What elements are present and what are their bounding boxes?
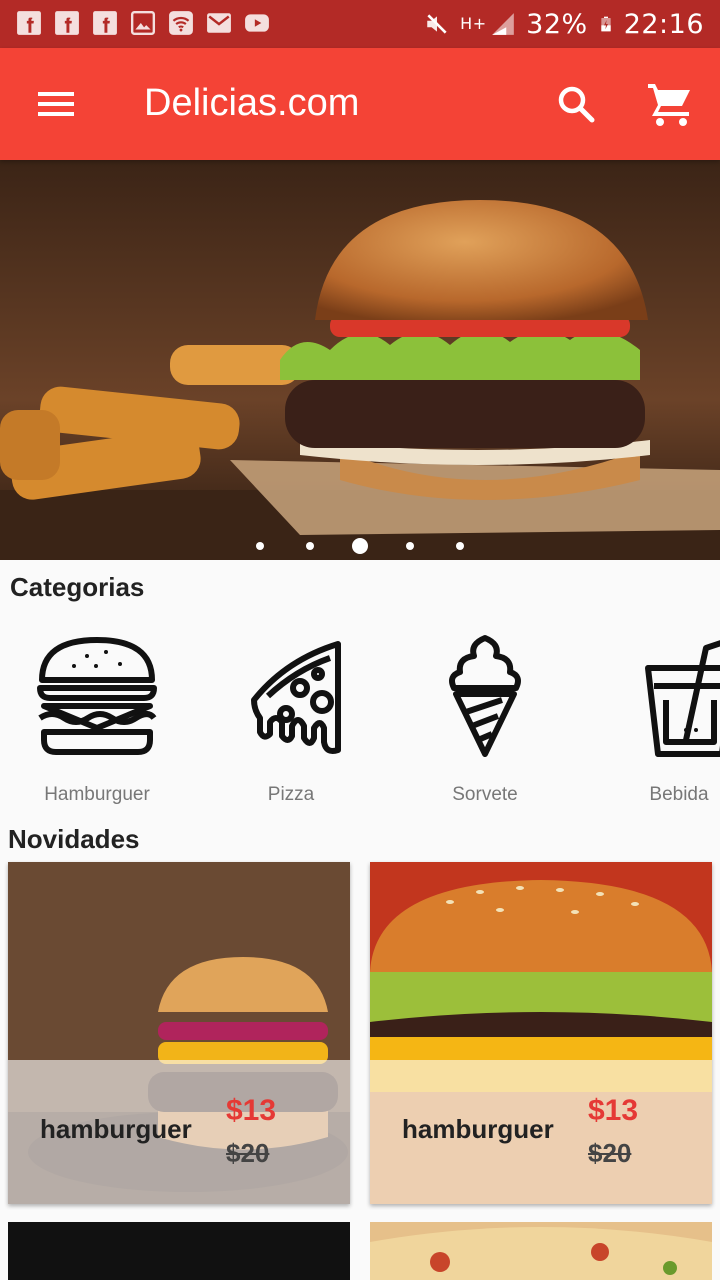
menu-icon[interactable] [28, 80, 84, 128]
carousel-dot[interactable] [456, 542, 464, 550]
carousel-indicator [0, 536, 720, 556]
banner-burger-image [0, 160, 720, 560]
product-price: $13 [226, 1094, 277, 1127]
carousel-dot[interactable] [256, 542, 264, 550]
product-name: hamburguer [402, 1114, 554, 1144]
search-icon[interactable] [552, 80, 600, 128]
product-card-partial[interactable] [370, 1222, 712, 1280]
product-card-partial[interactable] [8, 1222, 350, 1280]
category-sorvete[interactable]: Sorvete [410, 630, 560, 810]
category-label: Pizza [267, 784, 315, 805]
youtube-icon [245, 14, 269, 32]
category-pizza[interactable]: Pizza [216, 630, 366, 810]
product-price: $13 [588, 1094, 639, 1127]
gmail-icon [207, 13, 231, 33]
drink-icon [645, 640, 720, 757]
product-name: hamburguer [40, 1114, 192, 1144]
system-status: H+ 32% 22:16 [424, 8, 704, 40]
facebook-icon [93, 11, 117, 35]
product-old-price: $20 [588, 1138, 632, 1168]
product-info: hamburguer $13 $20 [8, 1060, 350, 1204]
status-bar: H+ 32% 22:16 [0, 0, 720, 48]
signal-icon [492, 13, 515, 35]
category-bebida[interactable]: Bebida [604, 630, 720, 810]
clock: 22:16 [623, 8, 704, 40]
gallery-icon [130, 10, 156, 36]
app-bar: Delicias.com [0, 48, 720, 160]
pizza-icon [251, 641, 341, 754]
app-title: Delicias.com [144, 82, 360, 124]
ice-cream-icon [449, 635, 521, 757]
banner-carousel[interactable] [0, 160, 720, 560]
battery-percent: 32% [526, 8, 588, 40]
product-info: hamburguer $13 $20 [370, 1060, 712, 1204]
mute-icon [427, 14, 447, 34]
product-card[interactable]: hamburguer $13 $20 [8, 862, 350, 1204]
categories-list[interactable]: Hamburguer Pizza Sorvete Bebida [0, 630, 720, 810]
category-label: Bebida [649, 784, 709, 805]
pizza-image [370, 1222, 712, 1280]
carousel-dot[interactable] [306, 542, 314, 550]
category-label: Hamburguer [44, 784, 150, 805]
battery-charging-icon [601, 16, 611, 32]
categories-title: Categorias [10, 572, 145, 602]
carousel-dot[interactable] [406, 542, 414, 550]
news-title: Novidades [8, 824, 140, 854]
hamburger-icon [37, 637, 157, 755]
cart-icon[interactable] [644, 78, 696, 130]
wifi-icon [169, 11, 193, 35]
category-label: Sorvete [452, 784, 518, 805]
facebook-icon [55, 11, 79, 35]
network-type: H+ [460, 14, 487, 33]
carousel-dot[interactable] [352, 538, 368, 554]
facebook-icon [17, 11, 41, 35]
category-hamburguer[interactable]: Hamburguer [22, 630, 172, 810]
product-old-price: $20 [226, 1138, 270, 1168]
notification-icons [16, 10, 270, 36]
product-card[interactable]: hamburguer $13 $20 [370, 862, 712, 1204]
